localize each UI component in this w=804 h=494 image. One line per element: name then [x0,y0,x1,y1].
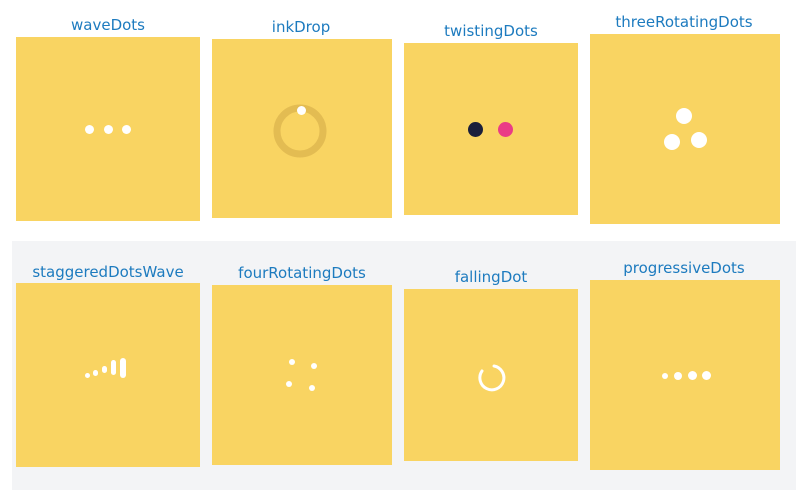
progressive-dot [702,371,711,380]
loading-animations-gallery: waveDots inkDrop twistingDots threeRotat… [0,0,804,494]
progressive-dot [688,371,697,380]
rotating-dot [676,108,692,124]
four-rotating-dots-label: fourRotatingDots [238,264,366,282]
ink-drop-tile [212,39,392,218]
staggered-bar [85,373,90,378]
three-rotating-dots-tile [590,34,780,224]
twisting-dots-label: twistingDots [444,22,538,40]
twisting-dark-dot [468,122,483,137]
wave-dots-tile [16,37,200,221]
falling-dot-arc-icon [478,364,506,392]
wave-dot [104,125,113,134]
staggered-dots-wave-tile [16,283,200,467]
progressive-dot [662,373,668,379]
progressive-dots-tile [590,280,780,470]
falling-dot-label: fallingDot [454,268,528,286]
progressive-dot [674,372,682,380]
four-rotating-dot [311,363,317,369]
twisting-dots-tile [404,43,578,215]
staggered-bar [102,366,107,373]
staggered-bar [111,360,116,375]
rotating-dot [691,132,707,148]
three-rotating-dots-label: threeRotatingDots [615,13,753,31]
wave-dot [122,125,131,134]
falling-dot-tile [404,289,578,461]
wave-dot [85,125,94,134]
staggered-bar [93,370,98,376]
four-rotating-dot [309,385,315,391]
ink-drop-label: inkDrop [271,18,331,36]
staggered-dots-wave-label: staggeredDotsWave [32,263,184,281]
staggered-bar [120,358,126,378]
ink-drop-dot [297,106,306,115]
progressive-dots-label: progressiveDots [623,259,745,277]
four-rotating-dot [289,359,295,365]
rotating-dot [664,134,680,150]
twisting-pink-dot [498,122,513,137]
four-rotating-dots-tile [212,285,392,465]
four-rotating-dot [286,381,292,387]
wave-dots-label: waveDots [71,16,145,34]
